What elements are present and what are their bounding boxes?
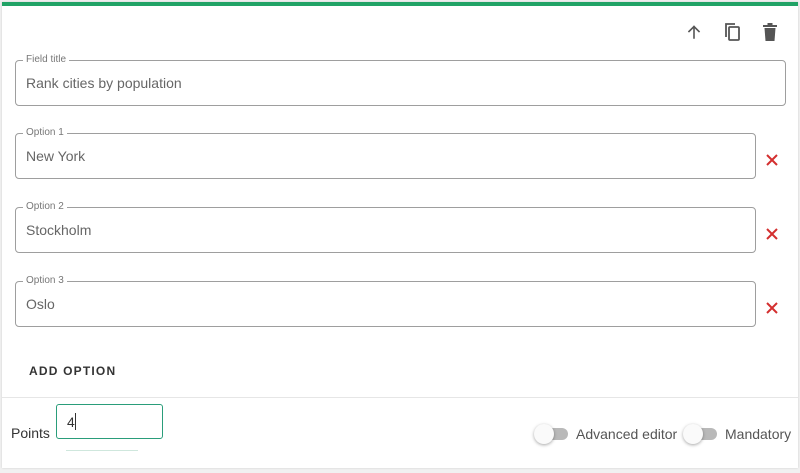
add-option-button[interactable]: ADD OPTION bbox=[29, 364, 116, 378]
points-label: Points bbox=[11, 425, 50, 441]
field-title-legend: Field title bbox=[23, 54, 70, 66]
field-title-value: Rank cities by population bbox=[26, 75, 182, 91]
option-1-legend: Option 1 bbox=[23, 127, 67, 139]
card-toolbar bbox=[680, 20, 784, 44]
option-3-input[interactable]: Option 3 Oslo bbox=[15, 275, 756, 327]
trash-icon bbox=[763, 23, 777, 41]
option-2-legend: Option 2 bbox=[23, 201, 67, 213]
remove-option-2-button[interactable] bbox=[764, 226, 780, 242]
mandatory-toggle[interactable]: Mandatory bbox=[683, 424, 792, 444]
advanced-editor-switch-track bbox=[534, 424, 568, 444]
duplicate-button[interactable] bbox=[718, 20, 746, 44]
option-1-input[interactable]: Option 1 New York bbox=[15, 127, 756, 179]
advanced-editor-switch-thumb bbox=[534, 424, 554, 444]
option-2-input[interactable]: Option 2 Stockholm bbox=[15, 201, 756, 253]
advanced-editor-toggle[interactable]: Advanced editor bbox=[534, 424, 678, 444]
text-cursor bbox=[75, 413, 76, 430]
mandatory-switch-track bbox=[683, 424, 717, 444]
close-icon bbox=[764, 302, 780, 320]
mandatory-switch-thumb bbox=[683, 424, 703, 444]
accent-bar bbox=[2, 2, 798, 6]
remove-option-1-button[interactable] bbox=[764, 152, 780, 168]
option-2-value: Stockholm bbox=[26, 222, 92, 238]
points-value: 4 bbox=[67, 414, 75, 430]
close-icon bbox=[764, 154, 780, 172]
option-3-value: Oslo bbox=[26, 296, 55, 312]
option-1-value: New York bbox=[26, 148, 86, 164]
points-focus-underline bbox=[66, 450, 138, 451]
remove-option-3-button[interactable] bbox=[764, 300, 780, 316]
move-up-button[interactable] bbox=[680, 20, 708, 44]
field-title-input[interactable]: Field title Rank cities by population bbox=[15, 54, 786, 106]
question-card: Field title Rank cities by population Op… bbox=[2, 2, 798, 468]
points-input[interactable]: 4 bbox=[56, 404, 163, 439]
option-3-legend: Option 3 bbox=[23, 275, 67, 287]
close-icon bbox=[764, 228, 780, 246]
delete-button[interactable] bbox=[756, 20, 784, 44]
divider bbox=[2, 397, 798, 398]
arrow-up-icon bbox=[686, 24, 702, 40]
advanced-editor-label: Advanced editor bbox=[576, 426, 678, 442]
mandatory-label: Mandatory bbox=[725, 426, 792, 442]
copy-icon bbox=[723, 22, 741, 42]
